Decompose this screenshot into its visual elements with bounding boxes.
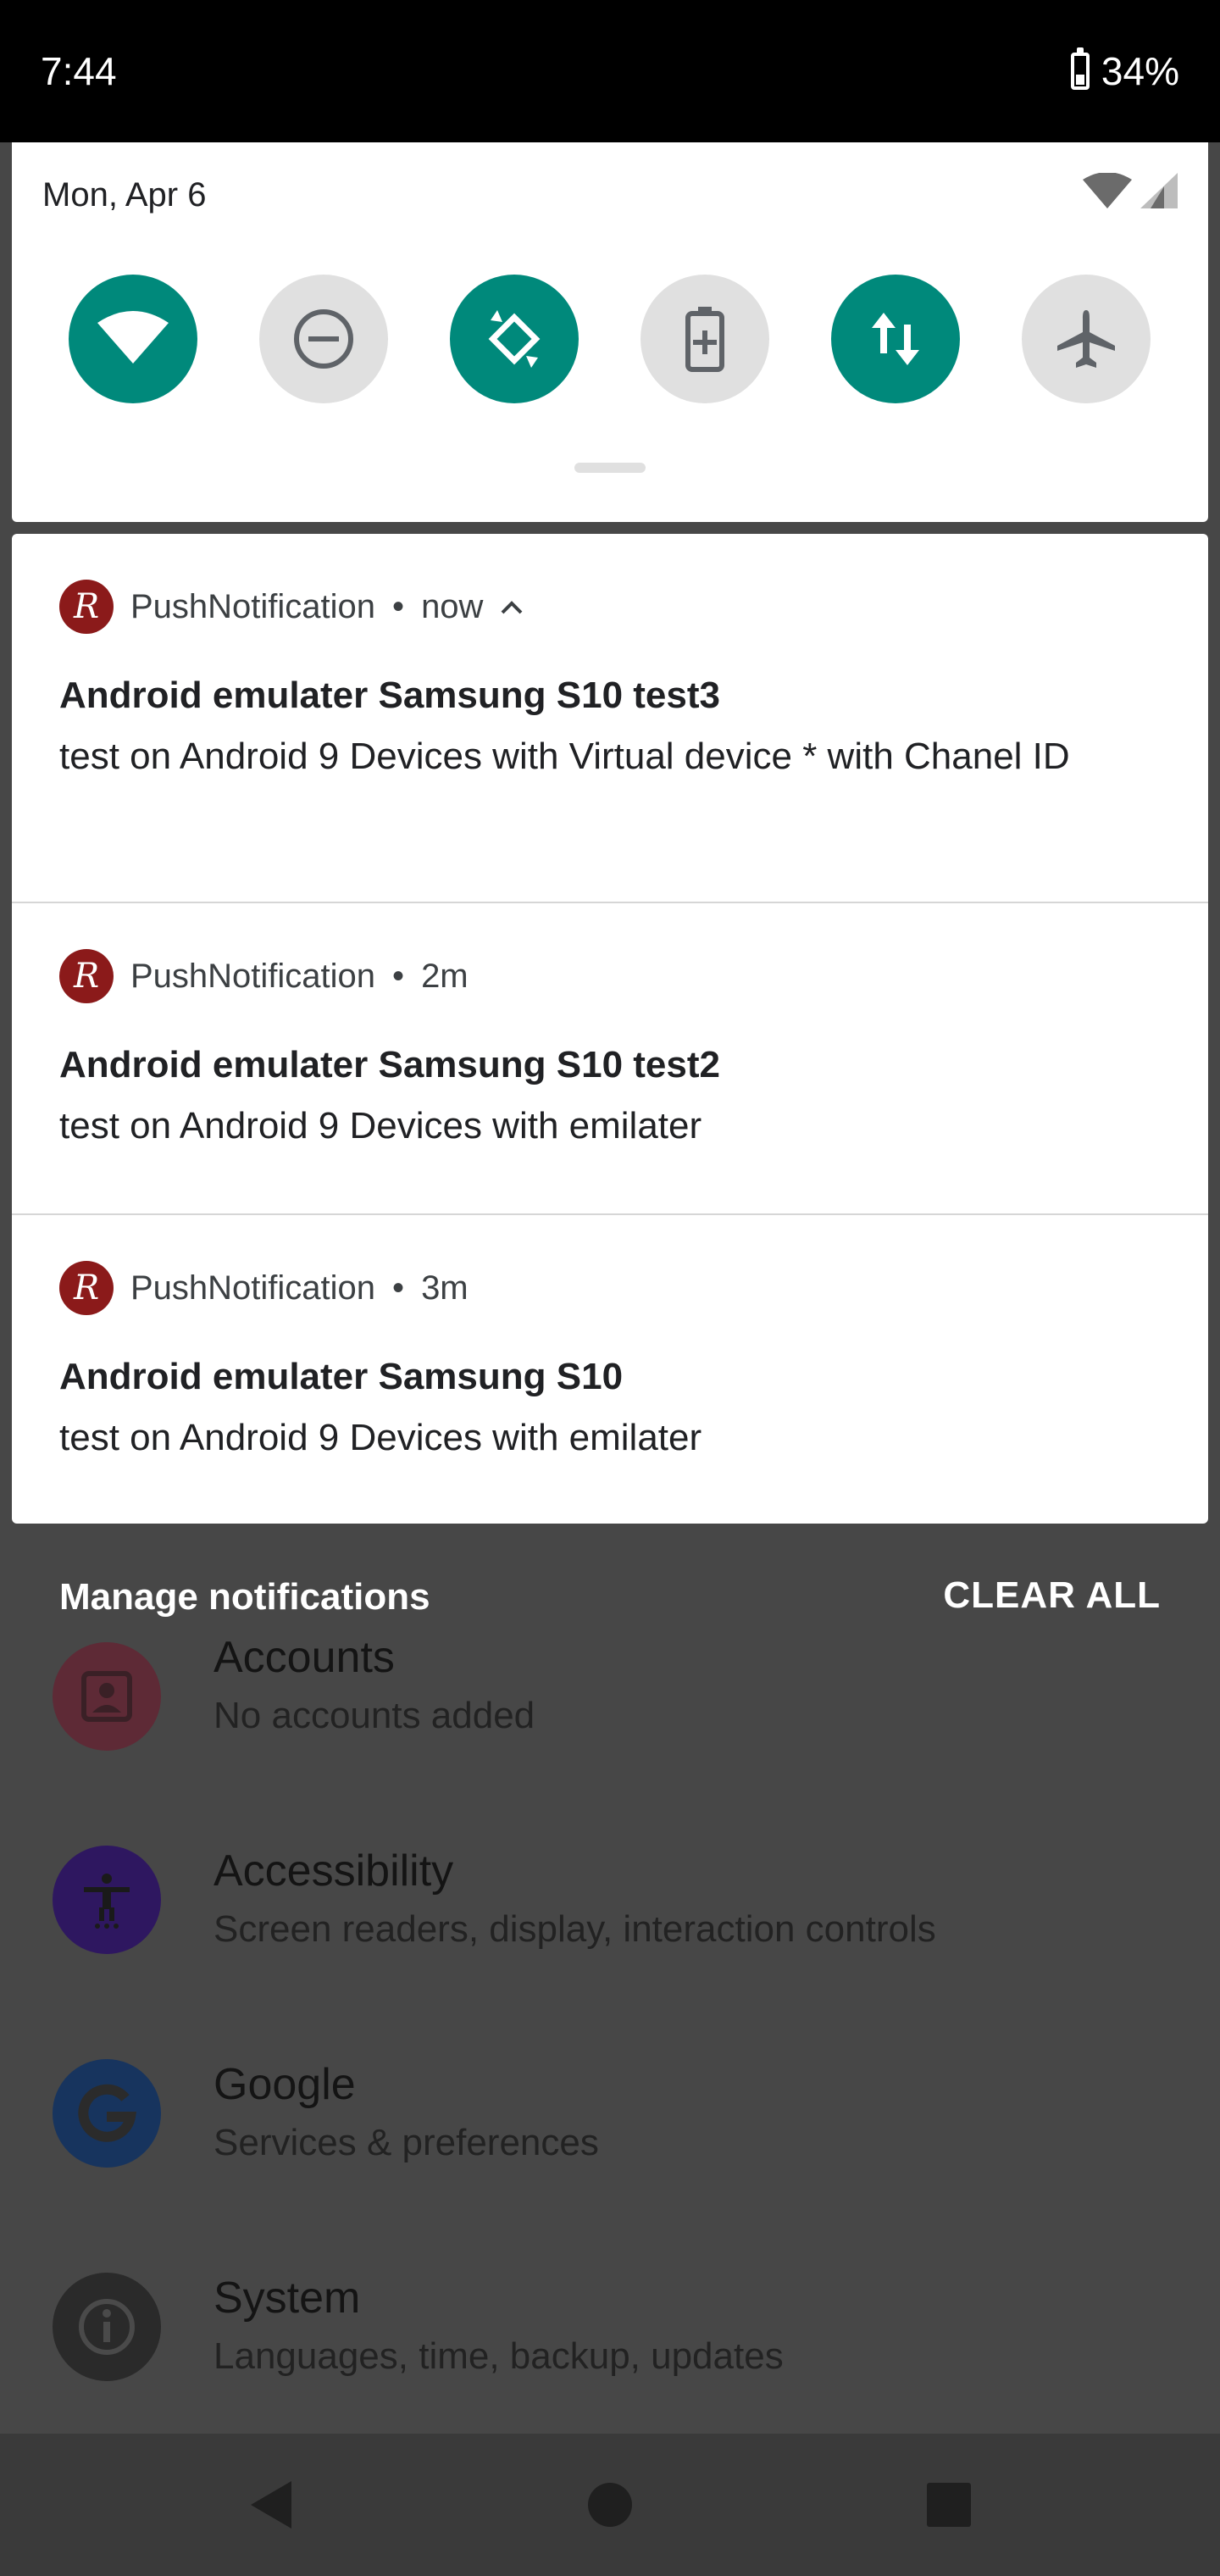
back-icon: [251, 2481, 291, 2529]
battery-percent: 34%: [1101, 49, 1179, 93]
wifi-icon: [97, 311, 169, 364]
clock: 7:44: [41, 49, 117, 93]
back-button[interactable]: [237, 2471, 305, 2539]
app-icon: R: [59, 580, 114, 634]
notification-header: R PushNotification • 3m: [59, 1261, 469, 1315]
setting-subtitle: Languages, time, backup, updates: [214, 2335, 784, 2377]
setting-subtitle: No accounts added: [214, 1695, 535, 1736]
app-name: PushNotification: [130, 587, 376, 625]
app-name: PushNotification: [130, 1269, 376, 1307]
quick-settings-panel: Mon, Apr 6: [12, 142, 1208, 522]
mobile-data-icon: [872, 313, 919, 365]
account-icon: [53, 1642, 161, 1751]
notification-title: Android emulater Samsung S10 test3: [59, 675, 720, 716]
notification-header: R PushNotification • 2m: [59, 949, 469, 1003]
notification-time: 2m: [421, 957, 469, 995]
home-icon: [588, 2483, 632, 2527]
auto-rotate-icon: [488, 310, 541, 368]
setting-title: Google: [214, 2060, 356, 2109]
do-not-disturb-tile[interactable]: [259, 275, 388, 403]
navigation-bar: [0, 2434, 1220, 2576]
drag-handle[interactable]: [574, 463, 646, 473]
status-bar: 7:44 34%: [0, 0, 1220, 142]
notification-body: test on Android 9 Devices with emilater: [59, 1417, 702, 1458]
settings-item-google[interactable]: Google Services & preferences: [0, 2037, 1220, 2223]
accessibility-icon: [53, 1846, 161, 1954]
wifi-tile[interactable]: [69, 275, 197, 403]
airplane-icon: [1057, 310, 1115, 368]
battery-indicator: 34%: [1070, 47, 1179, 95]
notification-header: R PushNotification • now: [59, 580, 524, 634]
date-label: Mon, Apr 6: [42, 176, 207, 214]
battery-saver-icon: [685, 307, 724, 372]
app-icon: R: [59, 1261, 114, 1315]
notification-body: test on Android 9 Devices with emilater: [59, 1105, 702, 1146]
google-icon: [53, 2059, 161, 2168]
notification-time: now: [421, 587, 484, 625]
do-not-disturb-icon: [294, 309, 353, 369]
system-indicators: [1083, 173, 1178, 208]
settings-item-system[interactable]: System Languages, time, backup, updates: [0, 2251, 1220, 2437]
cell-signal-icon: [1140, 173, 1178, 208]
notification-item[interactable]: R PushNotification • 3m Android emulater…: [12, 1215, 1208, 1524]
notification-body: test on Android 9 Devices with Virtual d…: [59, 736, 1070, 777]
auto-rotate-tile[interactable]: [450, 275, 579, 403]
airplane-mode-tile[interactable]: [1022, 275, 1151, 403]
settings-item-accessibility[interactable]: Accessibility Screen readers, display, i…: [0, 1824, 1220, 2010]
setting-title: System: [214, 2273, 361, 2323]
mobile-data-tile[interactable]: [831, 275, 960, 403]
settings-item-accounts[interactable]: Accounts No accounts added: [0, 1610, 1220, 1796]
notification-item[interactable]: R PushNotification • now Android emulate…: [12, 534, 1208, 902]
setting-title: Accounts: [214, 1633, 395, 1682]
setting-title: Accessibility: [214, 1846, 454, 1896]
wifi-signal-icon: [1083, 173, 1132, 208]
separator-dot: •: [392, 587, 405, 625]
app-icon: R: [59, 949, 114, 1003]
setting-subtitle: Services & preferences: [214, 2122, 599, 2163]
notification-title: Android emulater Samsung S10: [59, 1356, 624, 1397]
notification-title: Android emulater Samsung S10 test2: [59, 1044, 720, 1085]
notification-list: R PushNotification • now Android emulate…: [12, 534, 1208, 1524]
recents-icon: [927, 2483, 971, 2527]
battery-saver-tile[interactable]: [640, 275, 769, 403]
separator-dot: •: [392, 957, 405, 995]
notification-time: 3m: [421, 1269, 469, 1307]
notification-item[interactable]: R PushNotification • 2m Android emulater…: [12, 903, 1208, 1213]
setting-subtitle: Screen readers, display, interaction con…: [214, 1908, 936, 1950]
home-button[interactable]: [576, 2471, 644, 2539]
battery-icon: [1070, 47, 1090, 90]
recents-button[interactable]: [915, 2471, 983, 2539]
info-icon: [53, 2273, 161, 2381]
separator-dot: •: [392, 1269, 405, 1307]
app-name: PushNotification: [130, 957, 376, 995]
chevron-up-icon[interactable]: [500, 598, 524, 615]
